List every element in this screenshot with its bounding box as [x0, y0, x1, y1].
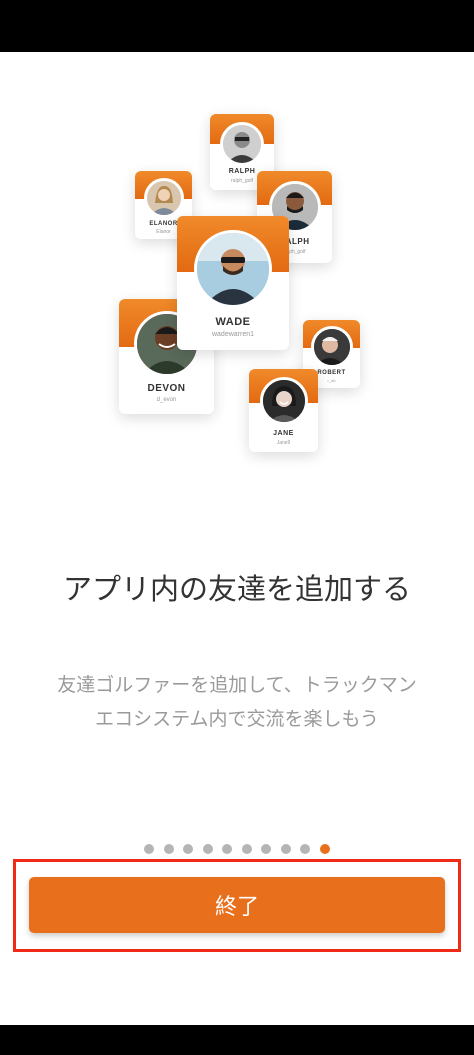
- page-dot: [183, 844, 194, 854]
- avatar: [220, 122, 264, 166]
- friend-card-wade: WADE wadewarren1: [177, 216, 289, 350]
- subtitle-line-1: 友達ゴルファーを追加して、トラックマン: [57, 674, 417, 696]
- onboarding-title: アプリ内の友達を追加する: [62, 572, 411, 606]
- subtitle-line-2: エコシステム内で交流を楽しもう: [95, 708, 379, 730]
- page-dot: [163, 844, 174, 854]
- finish-button[interactable]: 終了: [29, 877, 445, 933]
- avatar: [259, 377, 308, 425]
- page-dot-active: [319, 844, 330, 854]
- page-dot: [241, 844, 252, 854]
- onboarding-subtitle: 友達ゴルファーを追加して、トラックマン エコシステム内で交流を楽しもう: [20, 668, 454, 736]
- page-dot: [202, 844, 213, 854]
- status-bar: [0, 0, 474, 52]
- page-dot: [300, 844, 311, 854]
- page-dot: [222, 844, 233, 854]
- avatar: [310, 326, 353, 368]
- page-dot: [280, 844, 291, 854]
- navigation-bar: [0, 1025, 474, 1055]
- friend-card-jane: JANE Jane9: [249, 369, 318, 452]
- avatar: [194, 230, 272, 308]
- page-dot: [144, 844, 155, 854]
- page-indicator: [0, 844, 474, 854]
- avatar: [143, 178, 184, 218]
- page-dot: [261, 844, 272, 854]
